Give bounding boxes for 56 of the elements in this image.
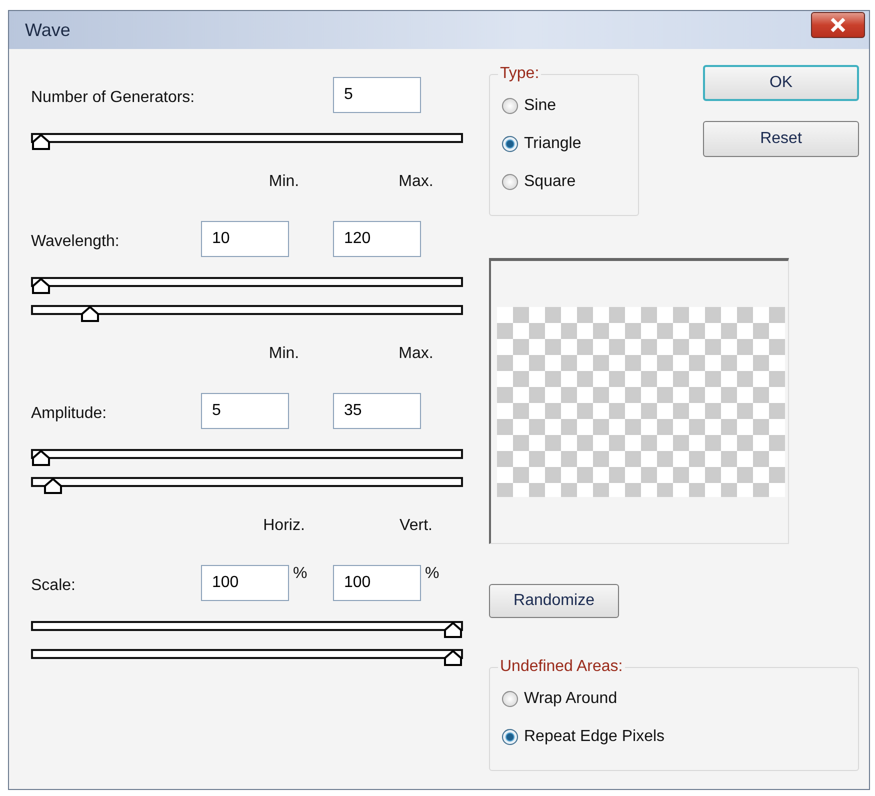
radio-button[interactable] [502,136,518,152]
window-title: Wave [25,20,70,40]
column-header: Horiz. [262,517,306,535]
column-header: Vert. [398,517,434,535]
unit-label: % [425,565,440,583]
unit-label: % [293,565,308,583]
radio-option[interactable]: Square [502,163,624,201]
radio-button[interactable] [502,691,518,707]
slider-thumb[interactable] [31,450,51,466]
radio-label: Wrap Around [524,690,618,708]
slider-thumb[interactable] [443,622,463,638]
slider[interactable] [31,277,463,295]
radio-option[interactable]: Repeat Edge Pixels [502,718,844,756]
field-label: Wavelength: [31,233,120,251]
slider[interactable] [31,305,463,323]
slider-thumb[interactable] [43,478,64,494]
dialog-button[interactable]: OK [703,65,859,101]
slider[interactable] [31,133,463,151]
radio-option[interactable]: Triangle [502,125,624,163]
slider[interactable] [31,449,463,467]
radio-option[interactable]: Wrap Around [502,680,844,718]
column-header: Max. [398,173,434,191]
input-field[interactable]: 120 [333,221,421,257]
close-button[interactable] [811,12,865,38]
column-header: Min. [268,345,300,363]
slider[interactable] [31,621,463,639]
radio-option[interactable]: Sine [502,87,624,125]
input-field[interactable]: 35 [333,393,421,429]
radio-label: Square [524,173,576,191]
radio-label: Triangle [524,135,582,153]
input-field[interactable]: 5 [201,393,289,429]
column-header: Max. [398,345,434,363]
field-label: Scale: [31,577,76,595]
radio-label: Repeat Edge Pixels [524,728,665,746]
slider-thumb[interactable] [80,306,100,322]
close-icon [830,18,846,32]
group-title: Type: [499,65,540,83]
input-field[interactable]: 10 [201,221,289,257]
radio-button[interactable] [502,729,518,745]
slider-thumb[interactable] [443,650,463,666]
slider-thumb[interactable] [31,278,51,294]
input-field[interactable]: 100 [333,565,421,601]
input-field[interactable]: 100 [201,565,289,601]
slider[interactable] [31,477,463,495]
dialog-button[interactable]: Reset [703,121,859,157]
input-field[interactable]: 5 [333,77,421,113]
column-header: Min. [268,173,300,191]
slider[interactable] [31,649,463,667]
slider-thumb[interactable] [31,134,51,150]
field-label: Number of Generators: [31,89,195,107]
radio-button[interactable] [502,98,518,114]
field-label: Amplitude: [31,405,107,423]
randomize-button[interactable]: Randomize [489,584,619,618]
radio-button[interactable] [502,174,518,190]
radio-label: Sine [524,97,556,115]
group-title: Undefined Areas: [499,658,624,676]
